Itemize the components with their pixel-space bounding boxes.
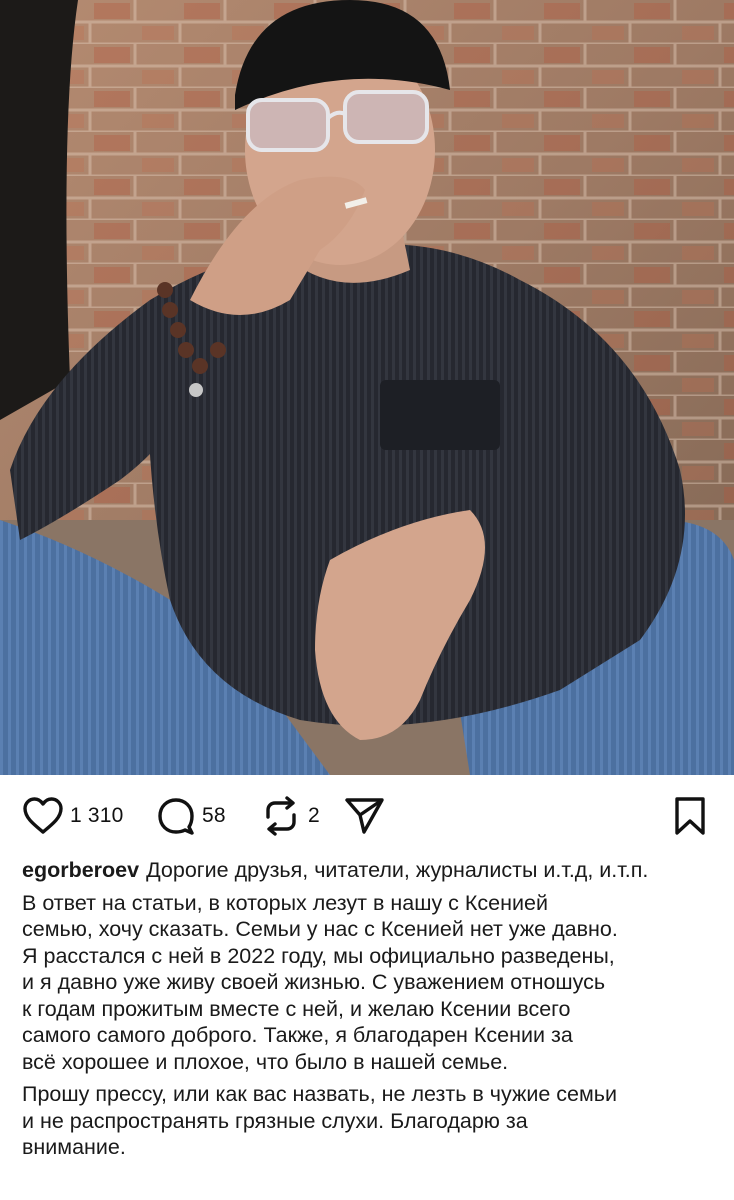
comment-count: 58	[202, 804, 226, 827]
caption-username[interactable]: egorberoev	[22, 858, 139, 882]
caption-line: Я расстался с ней в 2022 году, мы официа…	[22, 943, 615, 968]
post-action-bar: 1 310 58 2	[0, 775, 734, 857]
comment-icon	[156, 796, 196, 836]
bookmark-icon	[672, 796, 708, 836]
heart-icon	[22, 796, 64, 836]
caption-line: внимание.	[22, 1135, 126, 1159]
repost-count: 2	[308, 804, 320, 827]
caption-line: Прошу прессу, или как вас назвать, не ле…	[22, 1082, 617, 1106]
repost-icon	[260, 795, 302, 837]
caption-line: всё хорошее и плохое, что было в нашей с…	[22, 1049, 509, 1074]
like-count: 1 310	[70, 804, 124, 827]
caption-line: к годам прожитым вместе с ней, и желаю К…	[22, 996, 571, 1021]
post-photo[interactable]	[0, 0, 734, 775]
caption-line: семью, хочу сказать. Семьи у нас с Ксени…	[22, 917, 618, 941]
caption-lead: egorberoev Дорогие друзья, читатели, журн…	[22, 857, 722, 884]
post-caption: egorberoev Дорогие друзья, читатели, журн…	[22, 857, 722, 1161]
repost-button[interactable]: 2	[260, 775, 320, 857]
save-button[interactable]	[672, 775, 708, 857]
post-photo-illustration	[0, 0, 734, 775]
caption-paragraph-1: В ответ на статьи, в которых лезут в наш…	[22, 890, 722, 1076]
caption-paragraph-2: Прошу прессу, или как вас назвать, не ле…	[22, 1081, 722, 1161]
caption-line: самого самого доброго. Также, я благодар…	[22, 1023, 573, 1047]
like-button[interactable]: 1 310	[22, 775, 124, 857]
caption-lead-text: Дорогие друзья, читатели, журналисты и.т…	[146, 858, 649, 882]
caption-line: В ответ на статьи, в которых лезут в наш…	[22, 890, 548, 915]
caption-line: и я давно уже живу своей жизнью. С уваже…	[22, 970, 606, 994]
caption-line: и не распространять грязные слухи. Благо…	[22, 1108, 528, 1133]
comment-button[interactable]: 58	[156, 775, 226, 857]
send-icon	[344, 796, 386, 836]
share-button[interactable]	[344, 775, 386, 857]
